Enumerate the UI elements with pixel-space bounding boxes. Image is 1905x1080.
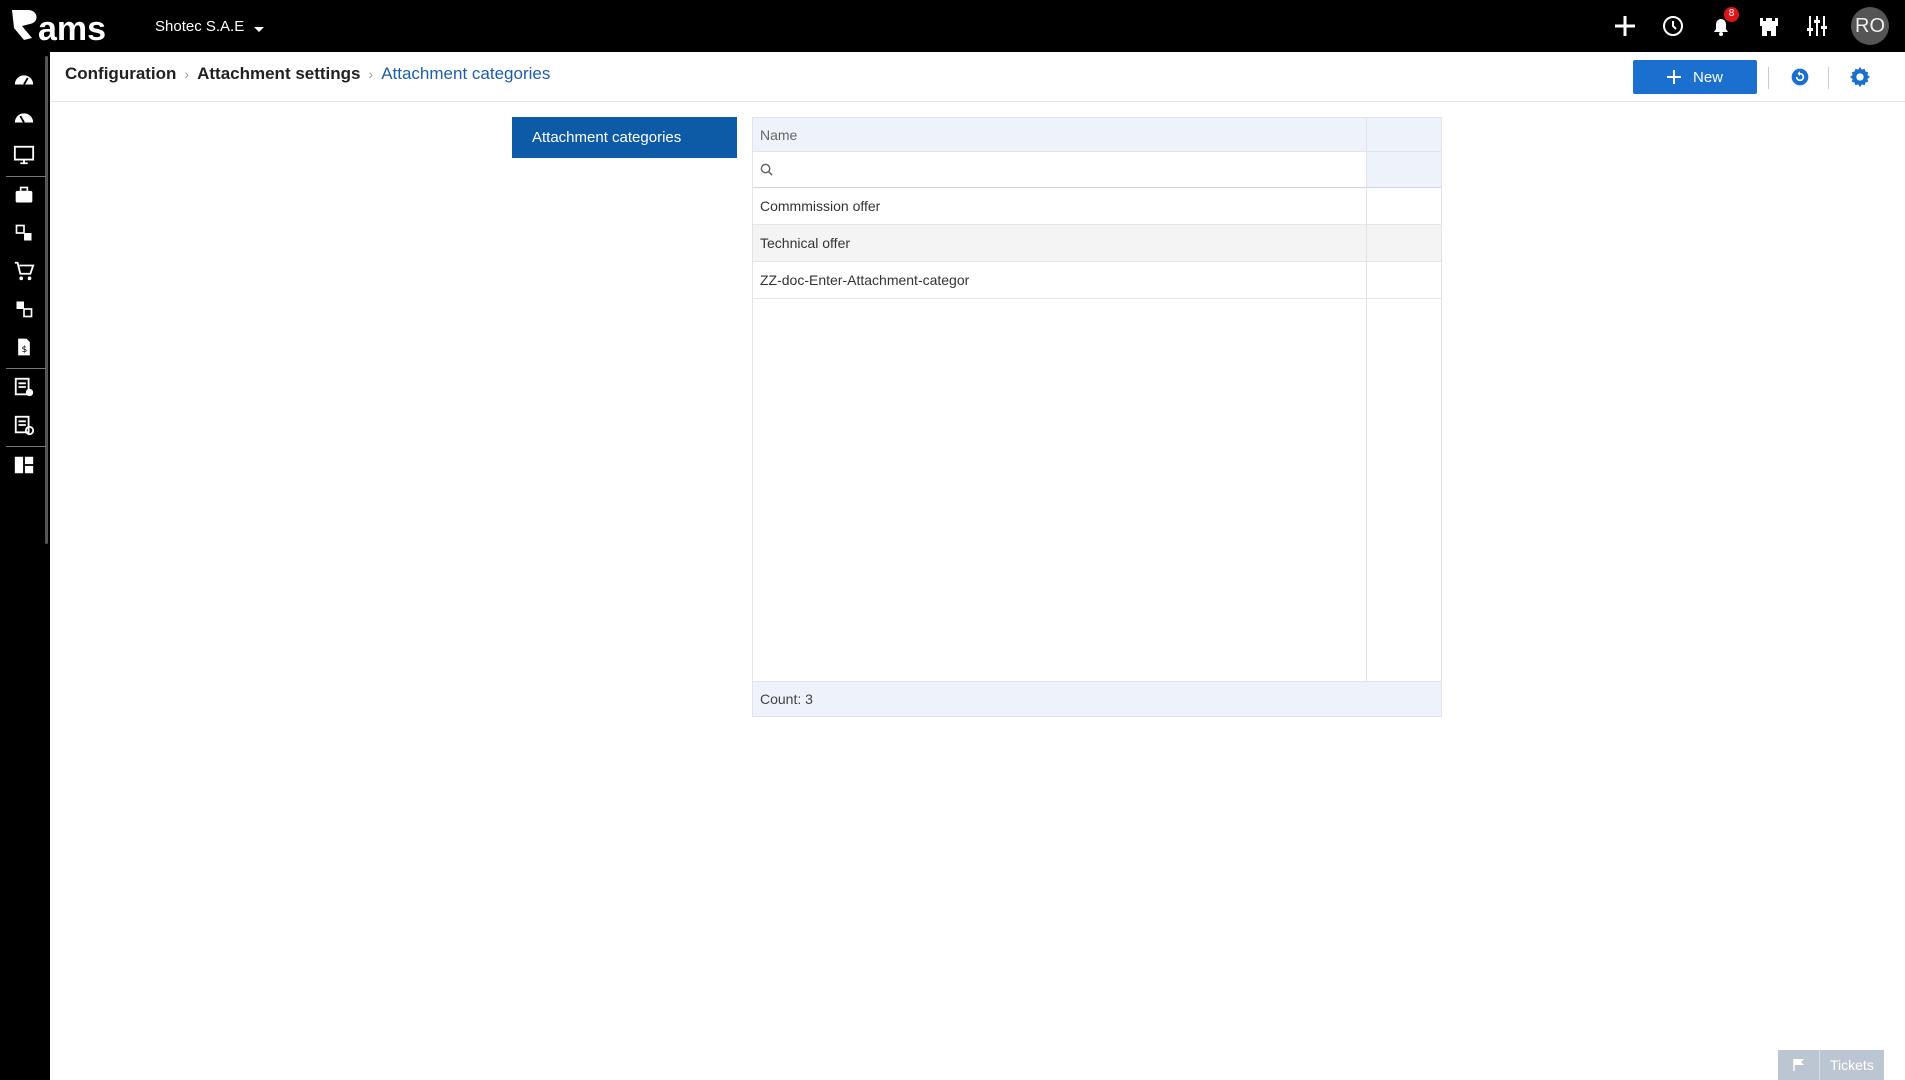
table-row[interactable]: Technical offer [753, 225, 1441, 262]
breadcrumb-attachment-settings[interactable]: Attachment settings [197, 64, 360, 84]
svg-text:ams: ams [38, 10, 106, 46]
history-icon[interactable] [1659, 12, 1687, 40]
breadcrumb: Configuration › Attachment settings › At… [65, 64, 550, 84]
tickets-button[interactable]: Tickets [1778, 1050, 1884, 1080]
breadcrumb-configuration[interactable]: Configuration [65, 64, 176, 84]
header-divider [1768, 67, 1769, 89]
inventory-icon[interactable] [10, 295, 38, 323]
bell-icon[interactable]: 8 [1707, 7, 1739, 40]
avatar[interactable]: RO [1851, 7, 1889, 45]
cell-name: ZZ-doc-Enter-Attachment-categor [760, 272, 970, 288]
logo[interactable]: ams [10, 6, 132, 46]
flag-icon [1778, 1050, 1820, 1080]
chevron-right-icon: › [368, 66, 374, 82]
refresh-icon[interactable] [1788, 65, 1812, 89]
notifications-badge: 8 [1724, 7, 1739, 22]
table-row[interactable]: Commmission offer [753, 188, 1441, 225]
grid-footer: Count: 3 [753, 681, 1441, 716]
modules-icon[interactable] [10, 219, 38, 247]
document-settings-icon[interactable] [10, 411, 38, 439]
sidebar-scrollbar[interactable] [45, 56, 48, 544]
invoice-icon[interactable]: $ [10, 333, 38, 361]
sidebar-divider [6, 176, 46, 177]
sidebar-divider [6, 368, 46, 369]
filter-cell [1367, 152, 1441, 187]
column-divider [1366, 118, 1367, 682]
header-divider [1828, 67, 1829, 89]
cell-name: Technical offer [760, 235, 851, 251]
monitor-icon[interactable] [10, 141, 38, 169]
new-button-label: New [1692, 68, 1723, 86]
company-selector[interactable]: Shotec S.A.E [155, 18, 265, 35]
briefcase-icon[interactable] [10, 181, 38, 209]
gear-icon[interactable] [1848, 65, 1872, 89]
search-icon [760, 163, 773, 176]
row-count: Count: 3 [760, 691, 813, 707]
name-filter-input[interactable] [779, 158, 1359, 182]
page-header: Configuration › Attachment settings › At… [50, 52, 1905, 102]
dashboard-alt-icon[interactable] [10, 103, 38, 131]
sliders-icon[interactable] [1803, 12, 1831, 40]
top-bar: ams Shotec S.A.E 8 RO [0, 0, 1905, 52]
chevron-right-icon: › [184, 66, 190, 82]
approved-document-icon[interactable] [10, 373, 38, 401]
breadcrumb-current: Attachment categories [381, 64, 551, 83]
tickets-label: Tickets [1820, 1050, 1884, 1080]
cart-icon[interactable] [10, 257, 38, 285]
new-button[interactable]: New [1633, 60, 1757, 94]
filter-row [753, 152, 1441, 188]
sidebar-divider [6, 446, 46, 447]
table-row[interactable]: ZZ-doc-Enter-Attachment-categor [753, 262, 1441, 299]
dashboard-icon[interactable] [10, 65, 38, 93]
data-grid: Name Commmission offer Technical offer Z… [752, 117, 1442, 717]
nav-item-attachment-categories[interactable]: Attachment categories [512, 117, 737, 158]
company-name: Shotec S.A.E [155, 18, 245, 35]
nav-item-label: Attachment categories [532, 129, 682, 146]
plus-icon [1666, 70, 1681, 84]
add-icon[interactable] [1611, 12, 1639, 40]
sidebar: $ [0, 52, 50, 1080]
column-header-name[interactable]: Name [760, 127, 797, 143]
svg-text:$: $ [22, 344, 28, 355]
grid-header: Name [753, 118, 1441, 152]
cell-name: Commmission offer [760, 198, 881, 214]
layout-icon[interactable] [10, 451, 38, 479]
castle-icon[interactable] [1755, 12, 1783, 40]
caret-down-icon [254, 27, 265, 32]
